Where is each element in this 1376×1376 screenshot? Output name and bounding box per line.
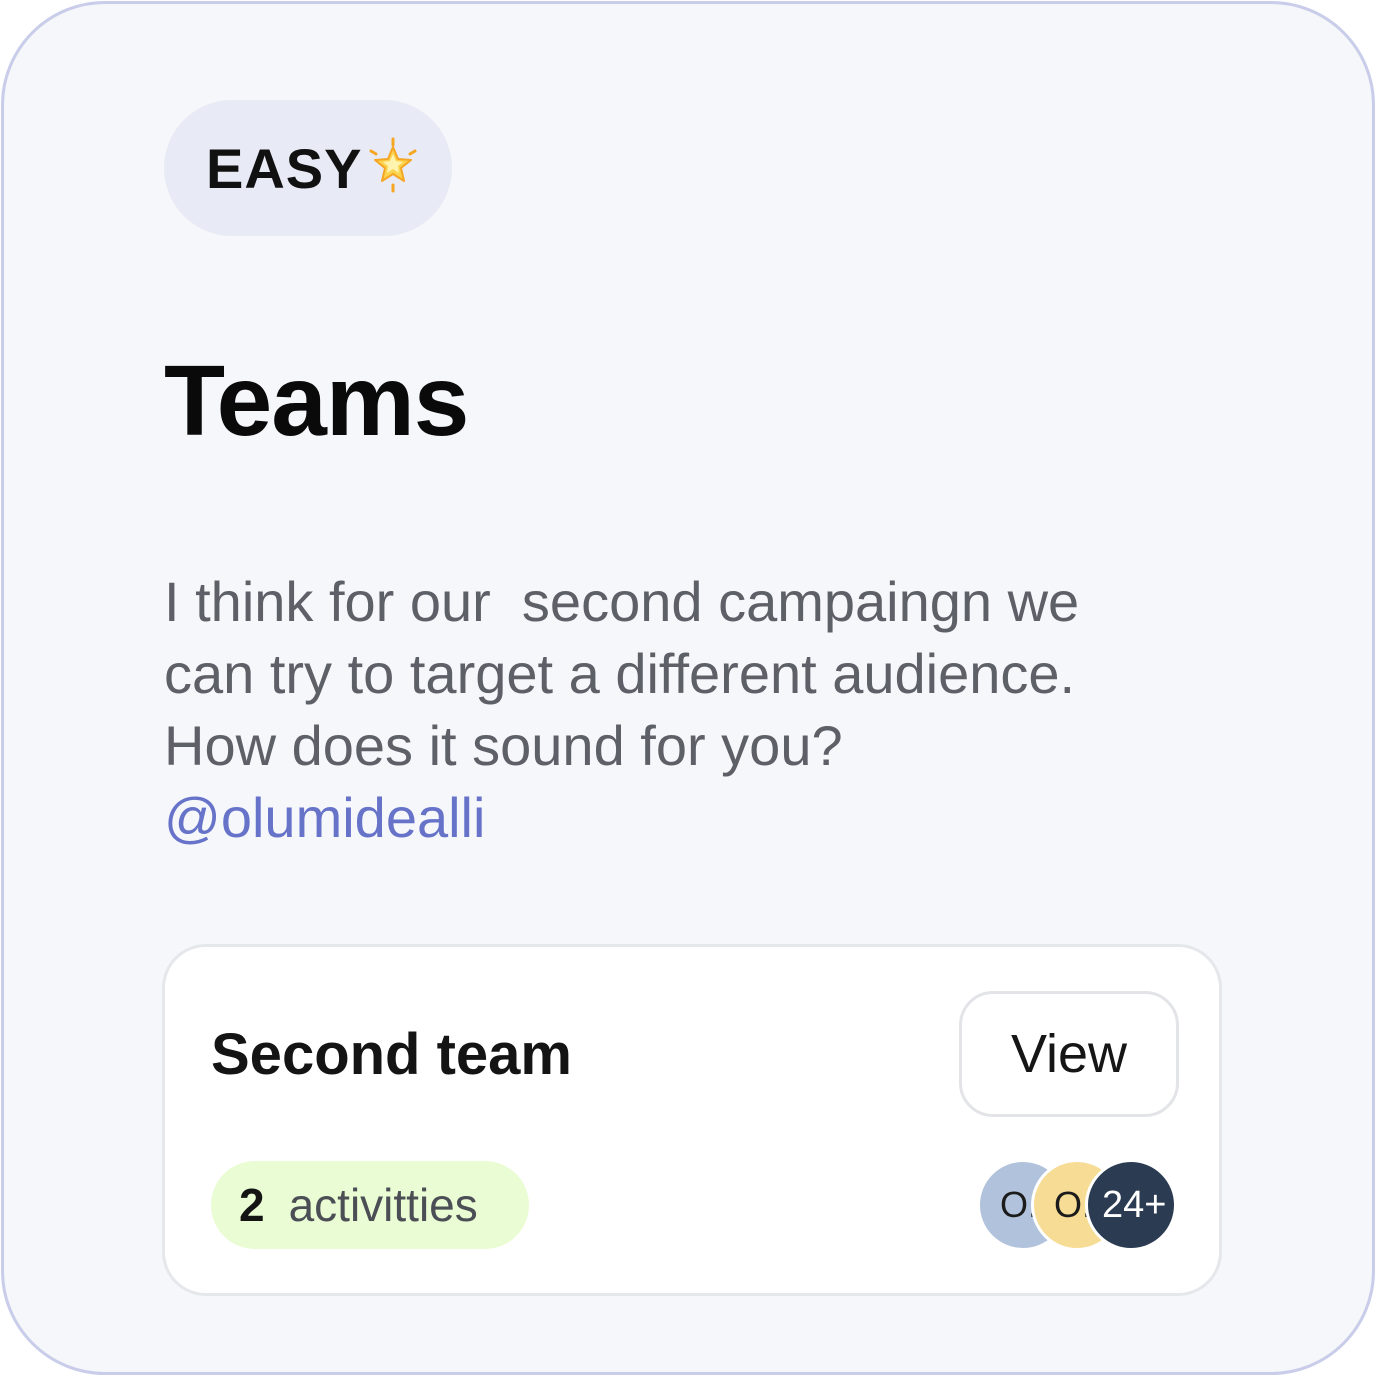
activities-badge: 2 activitties (211, 1161, 529, 1249)
teams-card: EASY Teams I think for our second campai… (1, 1, 1375, 1375)
more-members-avatar: 24+ (1085, 1159, 1177, 1251)
difficulty-badge: EASY (164, 100, 452, 236)
glowing-star-icon (369, 137, 416, 193)
comment-text: I think for our second campaingn we can … (164, 566, 1204, 854)
comment-line: can try to target a different audience. (164, 642, 1076, 705)
team-summary-card: Second team View 2 activitties O. O. 24+ (162, 944, 1222, 1296)
activities-label: activitties (288, 1179, 478, 1231)
comment-line: How does it sound for you? (164, 714, 843, 777)
page-title: Teams (164, 345, 469, 457)
view-team-button[interactable]: View (959, 991, 1179, 1117)
more-members-count: 24+ (1102, 1183, 1167, 1226)
comment-line: I think for our second campaingn we (164, 570, 1080, 633)
member-avatar-stack[interactable]: O. O. 24+ (977, 1159, 1177, 1253)
activities-count: 2 (239, 1179, 265, 1231)
user-mention-link[interactable]: @olumidealli (164, 782, 1204, 854)
team-name: Second team (211, 1022, 572, 1087)
difficulty-label: EASY (206, 136, 363, 200)
